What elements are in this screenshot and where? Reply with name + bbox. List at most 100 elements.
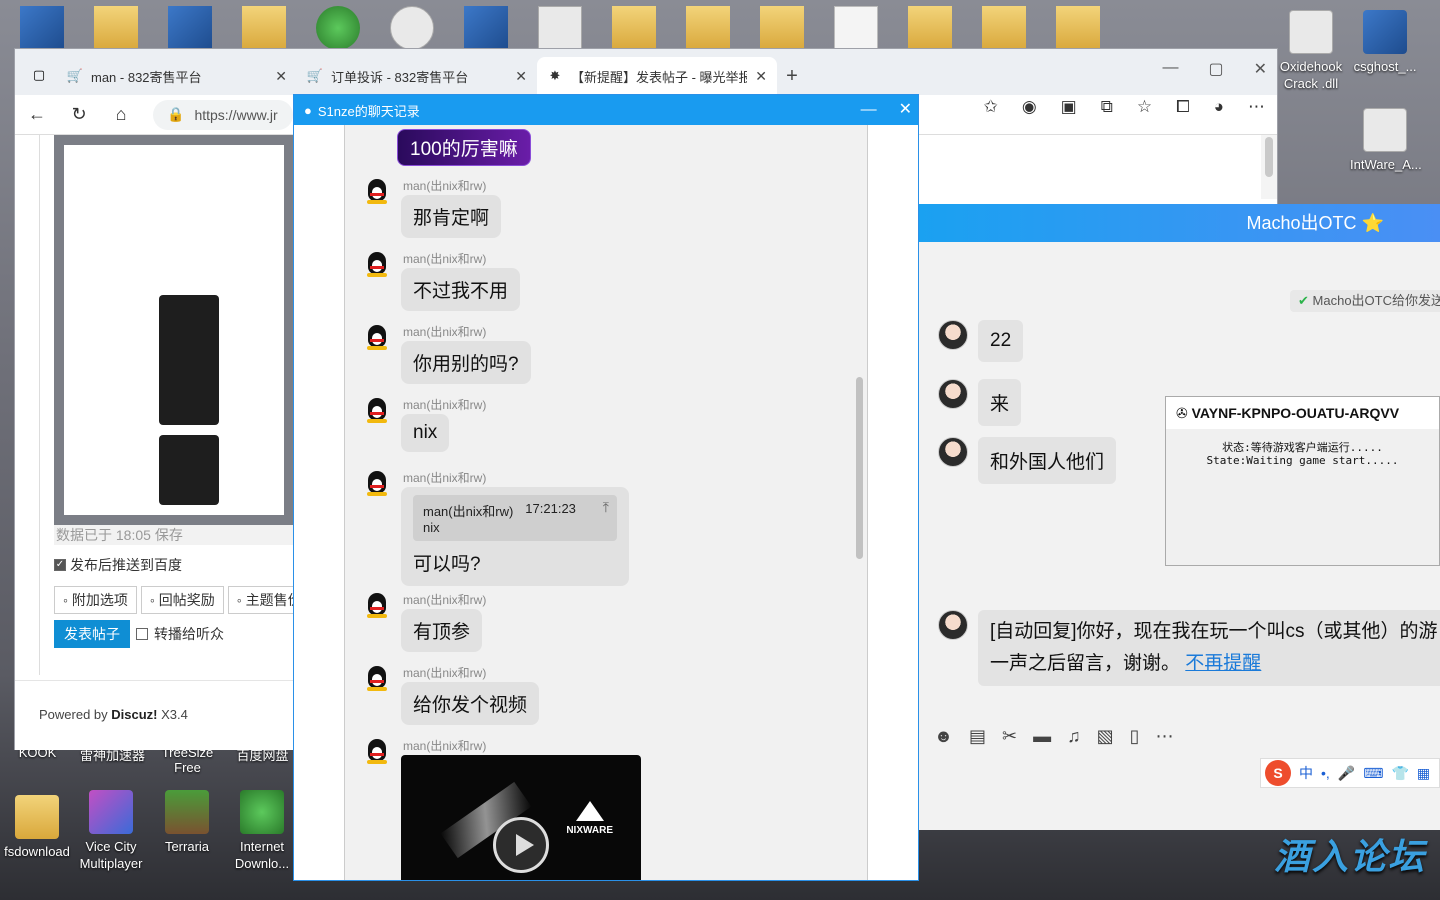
scrollbar-thumb[interactable] — [1265, 137, 1273, 177]
grid-icon[interactable]: ▦ — [1417, 765, 1430, 782]
avatar[interactable] — [938, 320, 968, 350]
tab-new-post[interactable]: ✸ 【新提醒】发表帖子 - 曝光举报 ✕ — [537, 57, 777, 95]
address-bar[interactable]: 🔒 https://www.jr — [153, 99, 293, 130]
penguin-avatar[interactable] — [365, 739, 389, 765]
installer-icon[interactable] — [538, 6, 582, 50]
computer-icon[interactable] — [20, 6, 64, 50]
broadcast-label: 转播给听众 — [154, 626, 224, 642]
quoted-message[interactable]: man(出nix和rw) 17:21:23 nix ⤒ — [413, 495, 617, 541]
punctuation-icon[interactable]: •, — [1321, 765, 1330, 781]
folder-icon[interactable]: ▬ — [1033, 726, 1051, 747]
star-icon: ⭐ — [1361, 213, 1384, 233]
image-icon[interactable]: ▧ — [1097, 726, 1114, 747]
penguin-avatar[interactable] — [365, 471, 389, 497]
folder-icon[interactable] — [242, 6, 286, 50]
zip-icon[interactable] — [94, 6, 138, 50]
tab-order-complaint[interactable]: 🛒 订单投诉 - 832寄售平台 ✕ — [297, 57, 537, 95]
desktop-icon-fsdownload[interactable]: fsdownload — [2, 795, 72, 860]
tab-man-832[interactable]: 🛒 man - 832寄售平台 ✕ — [57, 57, 297, 95]
folder-icon[interactable] — [760, 6, 804, 50]
ime-toolbar[interactable]: S 中 •, 🎤 ⌨ 👕 ▦ — [1260, 758, 1440, 788]
tab-actions-icon[interactable]: ▢ — [31, 67, 47, 83]
shirt-icon[interactable]: 👕 — [1391, 765, 1408, 782]
window-controls: — ▢ ✕ — [1162, 59, 1267, 79]
minimize-icon[interactable]: — — [1162, 59, 1178, 79]
minimize-icon[interactable]: — — [861, 95, 877, 125]
profile-avatar[interactable]: ◕ — [1214, 97, 1224, 117]
close-window-icon[interactable]: ✕ — [1254, 59, 1267, 79]
penguin-avatar[interactable] — [365, 252, 389, 278]
folder-icon[interactable] — [612, 6, 656, 50]
penguin-avatar[interactable] — [365, 398, 389, 424]
app-icon[interactable] — [464, 6, 508, 50]
refresh-icon[interactable]: ↻ — [69, 104, 89, 125]
mic-icon[interactable]: 🎤 — [1338, 765, 1355, 782]
folder-icon[interactable] — [908, 6, 952, 50]
footer-powered-by: Powered by Discuz! X3.4 — [15, 680, 294, 750]
chat-scrollbar[interactable] — [856, 377, 863, 559]
extensions-icon[interactable]: ⧉ — [1101, 97, 1113, 117]
tab-bar: ▢ 🛒 man - 832寄售平台 ✕ 🛒 订单投诉 - 832寄售平台 ✕ ✸… — [15, 49, 1277, 95]
folder-icon[interactable] — [686, 6, 730, 50]
close-icon[interactable]: ✕ — [275, 68, 287, 85]
keyboard-icon[interactable]: ⌨ — [1363, 765, 1383, 782]
dont-remind-link[interactable]: 不再提醒 — [1185, 653, 1261, 674]
penguin-avatar[interactable] — [365, 179, 389, 205]
page-scrollbar[interactable] — [1261, 135, 1277, 199]
add-favorite-icon[interactable]: ✩ — [984, 97, 998, 117]
favorites-icon[interactable]: ☆ — [1137, 97, 1152, 117]
extension-game-icon[interactable]: ▣ — [1061, 97, 1077, 117]
desktop-icon-terraria[interactable]: Terraria — [152, 790, 222, 855]
desktop-icon-csghost[interactable]: csghost_... — [1350, 10, 1420, 75]
extension-globe-icon[interactable]: ◉ — [1022, 97, 1037, 117]
home-icon[interactable]: ⌂ — [111, 104, 131, 125]
reply-bubble: man(出nix和rw) 17:21:23 nix ⤒ 可以吗? — [401, 487, 629, 586]
forum-watermark: 酒入论坛 — [1273, 836, 1426, 877]
reply-reward-button[interactable]: ◦ 回帖奖励 — [140, 586, 224, 614]
document-icon[interactable] — [834, 6, 878, 50]
penguin-avatar[interactable] — [365, 666, 389, 692]
desktop-icon-oxidehook[interactable]: Oxidehook Crack .dll — [1276, 10, 1346, 92]
more-icon[interactable]: ⋯ — [1155, 726, 1173, 747]
penguin-avatar[interactable] — [365, 325, 389, 351]
push-baidu-option[interactable]: ✓ 发布后推送到百度 — [54, 555, 182, 575]
submit-post-button[interactable]: 发表帖子 — [54, 620, 130, 648]
folder-icon[interactable] — [982, 6, 1026, 50]
back-icon[interactable]: ← — [27, 104, 47, 125]
avatar[interactable] — [938, 437, 968, 467]
avatar[interactable] — [938, 610, 968, 640]
attached-screenshot[interactable] — [54, 135, 295, 525]
gauge-icon[interactable] — [390, 6, 434, 50]
desktop-icon-idm[interactable]: Internet Downlo... — [227, 790, 297, 872]
jump-to-quote-icon[interactable]: ⤒ — [603, 499, 609, 516]
scissors-icon[interactable]: ✂ — [1002, 726, 1017, 747]
video-thumbnail[interactable]: NIXWARE — [401, 755, 641, 880]
penguin-avatar[interactable] — [365, 593, 389, 619]
close-icon[interactable]: ✕ — [899, 95, 912, 125]
emoji-icon[interactable]: ☻ — [934, 726, 953, 747]
app-icon[interactable] — [168, 6, 212, 50]
gif-icon[interactable]: ▤ — [969, 726, 986, 747]
collections-icon[interactable]: ⧠ — [1176, 97, 1190, 117]
nixware-logo-mark — [575, 801, 604, 821]
push-baidu-checkbox[interactable]: ✓ — [54, 559, 66, 571]
desktop-icon-vice-city[interactable]: Vice City Multiplayer — [76, 790, 146, 872]
broadcast-checkbox[interactable] — [136, 628, 148, 640]
gear-icon — [1289, 10, 1333, 54]
music-icon[interactable]: ♫ — [1067, 726, 1081, 747]
phone-preview — [159, 435, 219, 505]
extra-options-button[interactable]: ◦ 附加选项 — [54, 586, 137, 614]
desktop-icon-intware[interactable]: IntWare_A... — [1350, 108, 1422, 173]
folder-icon[interactable] — [1056, 6, 1100, 50]
maximize-icon[interactable]: ▢ — [1208, 59, 1223, 79]
shake-icon[interactable]: ▯ — [1130, 726, 1140, 747]
cart-icon: 🛒 — [306, 68, 324, 83]
new-tab-button[interactable]: + — [777, 57, 807, 95]
close-icon[interactable]: ✕ — [755, 68, 767, 85]
globe-icon — [240, 790, 284, 834]
play-icon[interactable] — [493, 817, 549, 873]
qq-icon[interactable] — [316, 6, 360, 50]
close-icon[interactable]: ✕ — [515, 68, 527, 85]
avatar[interactable] — [938, 379, 968, 409]
more-icon[interactable]: ⋯ — [1248, 97, 1265, 117]
